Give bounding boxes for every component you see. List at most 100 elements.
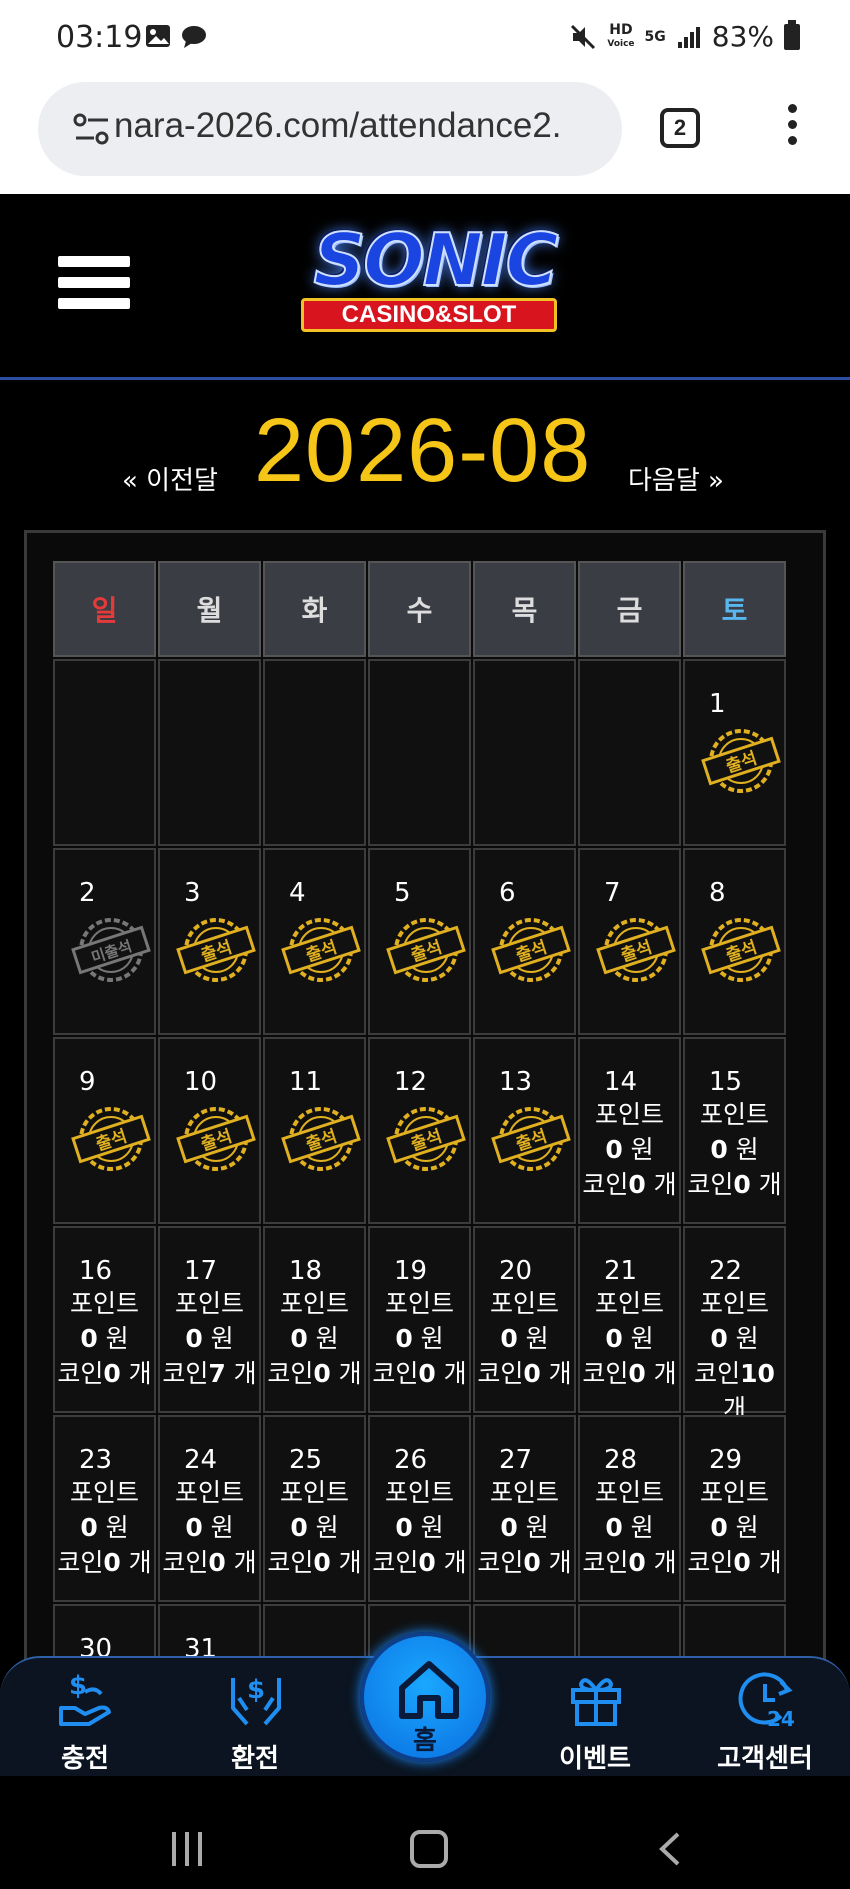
- site-settings-icon[interactable]: [72, 112, 112, 146]
- home-label: 홈: [413, 1726, 437, 1756]
- point-label: 포인트: [384, 1478, 454, 1507]
- day-number: 13: [499, 1067, 533, 1097]
- coin-value: 코인0 개: [582, 1548, 677, 1577]
- back-icon[interactable]: [656, 1832, 686, 1866]
- point-label: 포인트: [699, 1289, 769, 1318]
- browser-toolbar: nara-2026.com/attendance2. 2: [0, 76, 850, 194]
- day-number: 5: [394, 878, 411, 908]
- calendar-empty-cell: [158, 659, 261, 846]
- point-label: 포인트: [594, 1478, 664, 1507]
- calendar-empty-cell: [368, 659, 471, 846]
- month-title: 2026-08: [254, 401, 592, 501]
- day-reward-info: 포인트 0 원코인0 개: [475, 1286, 574, 1391]
- day-number: 4: [289, 878, 306, 908]
- point-label: 포인트: [699, 1100, 769, 1129]
- weekday-header: 월: [158, 561, 261, 657]
- calendar-empty-cell: [473, 659, 576, 846]
- logo-title: SONIC: [313, 217, 560, 303]
- system-home-icon[interactable]: [410, 1830, 448, 1868]
- system-icons: HD Voice 5G 83%: [569, 19, 800, 53]
- day-number: 16: [79, 1256, 113, 1286]
- calendar-day-cell: 4 출석: [263, 848, 366, 1035]
- day-reward-info: 포인트 0 원코인0 개: [580, 1475, 679, 1580]
- recents-icon[interactable]: [172, 1832, 212, 1866]
- day-number: 22: [709, 1256, 743, 1286]
- coin-value: 코인0 개: [687, 1548, 782, 1577]
- calendar-day-cell: 27 포인트 0 원 코인0 개: [473, 1415, 576, 1602]
- day-number: 18: [289, 1256, 323, 1286]
- day-number: 9: [79, 1067, 96, 1097]
- day-reward-info: 포인트 0 원코인0 개: [370, 1286, 469, 1391]
- point-value: 0 원: [500, 1324, 549, 1353]
- day-number: 14: [604, 1067, 638, 1097]
- site-header: SONIC CASINO&SLOT: [0, 194, 850, 380]
- calendar-week-row: 16 포인트 0 원 코인0 개 17 포인트 0 원 코인7 개 18 포인트 0 원 코인0 개1…: [53, 1226, 786, 1423]
- attended-stamp-icon: 출석: [71, 1107, 151, 1171]
- battery-percent: 83%: [711, 20, 774, 53]
- coin-value: 코인0 개: [267, 1548, 362, 1577]
- weekday-header: 목: [473, 561, 576, 657]
- day-number: 24: [184, 1445, 218, 1475]
- tab-support[interactable]: 24 고객센터: [700, 1658, 830, 1778]
- calendar-body: 1 출석 2 미출석 3 출석 4 출석 5 출석 6 출석 7 출석 8 출석 9 출석 10 출석 11 출석 12 출석…: [53, 659, 786, 1791]
- point-value: 0 원: [605, 1513, 654, 1542]
- calendar-day-cell: 28 포인트 0 원 코인0 개: [578, 1415, 681, 1602]
- attended-stamp-icon: 출석: [176, 918, 256, 982]
- prev-month-link[interactable]: « 이전달: [122, 460, 218, 497]
- calendar-week-row: 9 출석 10 출석 11 출석 12 출석 13 출석 14 포인트 0 원 코인0 개 15 포인트 0 원…: [53, 1037, 786, 1224]
- site-logo[interactable]: SONIC CASINO&SLOT: [255, 214, 610, 344]
- tab-deposit[interactable]: $ 충전: [20, 1658, 150, 1778]
- point-label: 포인트: [174, 1478, 244, 1507]
- day-reward-info: 포인트 0 원코인0 개: [580, 1286, 679, 1391]
- attended-stamp-icon: 출석: [281, 918, 361, 982]
- tab-switcher-button[interactable]: 2: [660, 108, 700, 148]
- attended-stamp-icon: 출석: [176, 1107, 256, 1171]
- calendar-day-cell: 23 포인트 0 원 코인0 개: [53, 1415, 156, 1602]
- calendar-empty-cell: [578, 659, 681, 846]
- coin-value: 코인0 개: [372, 1359, 467, 1388]
- calendar-day-cell: 5 출석: [368, 848, 471, 1035]
- gift-icon: [571, 1678, 621, 1726]
- attended-stamp-icon: 출석: [701, 918, 781, 982]
- point-value: 0 원: [605, 1324, 654, 1353]
- hamburger-menu-icon[interactable]: [58, 256, 130, 316]
- calendar-day-cell: 2 미출석: [53, 848, 156, 1035]
- weekday-header: 토: [683, 561, 786, 657]
- calendar-day-cell: 21 포인트 0 원 코인0 개: [578, 1226, 681, 1413]
- point-value: 0 원: [290, 1513, 339, 1542]
- calendar-empty-cell: [263, 659, 366, 846]
- address-bar[interactable]: nara-2026.com/attendance2.: [38, 82, 622, 176]
- day-number: 6: [499, 878, 516, 908]
- tab-event[interactable]: 이벤트: [530, 1658, 660, 1778]
- coin-value: 코인0 개: [57, 1359, 152, 1388]
- url-text[interactable]: nara-2026.com/attendance2.: [114, 106, 614, 146]
- coin-value: 코인0 개: [477, 1359, 572, 1388]
- calendar-day-cell: 8 출석: [683, 848, 786, 1035]
- point-label: 포인트: [174, 1289, 244, 1318]
- calendar-week-row: 2 미출석 3 출석 4 출석 5 출석 6 출석 7 출석 8 출석: [53, 848, 786, 1035]
- calendar-day-cell: 19 포인트 0 원 코인0 개: [368, 1226, 471, 1413]
- calendar-day-cell: 13 출석: [473, 1037, 576, 1224]
- day-reward-info: 포인트 0 원코인0 개: [475, 1475, 574, 1580]
- point-label: 포인트: [69, 1289, 139, 1318]
- tab-withdraw[interactable]: $ 환전: [190, 1658, 320, 1778]
- home-button[interactable]: 홈: [360, 1632, 490, 1762]
- calendar-day-cell: 24 포인트 0 원 코인0 개: [158, 1415, 261, 1602]
- day-reward-info: 포인트 0 원코인0 개: [55, 1286, 154, 1391]
- browser-menu-icon[interactable]: [784, 104, 800, 154]
- day-reward-info: 포인트 0 원코인0 개: [265, 1286, 364, 1391]
- point-value: 0 원: [395, 1513, 444, 1542]
- attended-stamp-icon: 출석: [386, 918, 466, 982]
- point-label: 포인트: [489, 1478, 559, 1507]
- calendar-day-cell: 15 포인트 0 원 코인0 개: [683, 1037, 786, 1224]
- weekday-header: 수: [368, 561, 471, 657]
- month-navigation: « 이전달 2026-08 다음달 »: [0, 400, 850, 510]
- notification-icons: [144, 22, 208, 50]
- next-month-link[interactable]: 다음달 »: [628, 460, 724, 497]
- tab-deposit-label: 충전: [61, 1744, 109, 1774]
- svg-text:$: $: [69, 1671, 87, 1701]
- attended-stamp-icon: 출석: [491, 918, 571, 982]
- day-reward-info: 포인트 0 원코인0 개: [685, 1475, 784, 1580]
- day-number: 29: [709, 1445, 743, 1475]
- calendar-week-row: 23 포인트 0 원 코인0 개 24 포인트 0 원 코인0 개 25 포인트 0 원 코인0 개2…: [53, 1415, 786, 1602]
